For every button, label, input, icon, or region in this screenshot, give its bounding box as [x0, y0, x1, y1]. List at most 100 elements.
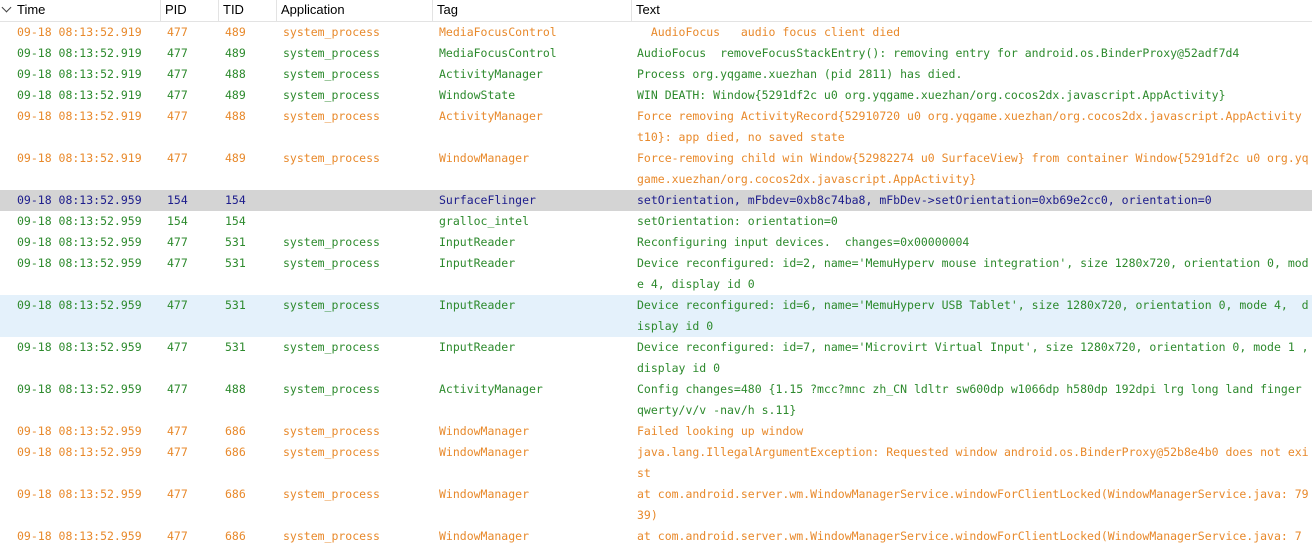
log-pid: 477	[167, 25, 188, 39]
log-pid: 477	[167, 487, 188, 501]
log-text: AudioFocus audio focus client died	[637, 25, 901, 39]
column-header-text[interactable]: Text	[632, 0, 1312, 21]
log-tag: MediaFocusControl	[439, 46, 557, 60]
table-row[interactable]: 09-18 08:13:52.959 477 686 system_process Wi…	[0, 484, 1312, 526]
table-row[interactable]: 09-18 08:13:52.919 477 489 system_process Wi…	[0, 148, 1312, 190]
log-tid: 154	[225, 193, 246, 207]
log-text: Device reconfigured: id=7, name='Microvi…	[637, 340, 1309, 375]
table-row[interactable]: 09-18 08:13:52.919 477 489 system_process Wi…	[0, 85, 1312, 106]
log-tid: 488	[225, 67, 246, 81]
table-row[interactable]: 09-18 08:13:52.959 477 531 system_process In…	[0, 232, 1312, 253]
log-tag: InputReader	[439, 235, 516, 249]
table-row[interactable]: 09-18 08:13:52.919 477 488 system_process Ac…	[0, 106, 1312, 148]
log-tag: ActivityManager	[439, 109, 543, 123]
column-header-tag[interactable]: Tag	[433, 0, 632, 21]
log-text: Process org.yqgame.xuezhan (pid 2811) ha…	[637, 67, 963, 81]
log-time: 09-18 08:13:52.919	[17, 109, 142, 123]
log-tid: 686	[225, 529, 246, 543]
log-tag: WindowState	[439, 88, 516, 102]
log-application: system_process	[283, 46, 380, 60]
log-time: 09-18 08:13:52.959	[17, 214, 142, 228]
log-text: Config changes=480 {1.15 ?mcc?mnc zh_CN …	[637, 382, 1309, 417]
log-application: system_process	[283, 256, 380, 270]
log-text: setOrientation: orientation=0	[637, 214, 838, 228]
log-tid: 686	[225, 445, 246, 459]
log-tag: InputReader	[439, 298, 516, 312]
log-text: Force removing ActivityRecord{52910720 u…	[637, 109, 1309, 144]
log-text: setOrientation, mFbdev=0xb8c74ba8, mFbDe…	[637, 193, 1212, 207]
table-row[interactable]: 09-18 08:13:52.959 477 686 system_process Wi…	[0, 526, 1312, 547]
log-tid: 686	[225, 424, 246, 438]
log-tid: 531	[225, 235, 246, 249]
log-tag: InputReader	[439, 340, 516, 354]
table-row[interactable]: 09-18 08:13:52.959 477 686 system_process Wi…	[0, 421, 1312, 442]
log-time: 09-18 08:13:52.959	[17, 424, 142, 438]
log-pid: 477	[167, 235, 188, 249]
log-time: 09-18 08:13:52.959	[17, 235, 142, 249]
log-pid: 477	[167, 445, 188, 459]
table-row[interactable]: 09-18 08:13:52.959 154 154 SurfaceFlinger se…	[0, 190, 1312, 211]
log-pid: 477	[167, 109, 188, 123]
log-time: 09-18 08:13:52.959	[17, 382, 142, 396]
table-row[interactable]: 09-18 08:13:52.919 477 488 system_process Ac…	[0, 64, 1312, 85]
log-text: WIN DEATH: Window{5291df2c u0 org.yqgame…	[637, 88, 1226, 102]
log-tid: 154	[225, 214, 246, 228]
column-header-tid[interactable]: TID	[219, 0, 277, 21]
column-header-time[interactable]: Time	[13, 0, 161, 21]
log-pid: 477	[167, 529, 188, 543]
log-pid: 477	[167, 382, 188, 396]
log-rows: 09-18 08:13:52.919 477 489 system_process Me…	[0, 22, 1312, 547]
log-text: Device reconfigured: id=6, name='MemuHyp…	[637, 298, 1309, 333]
log-application: system_process	[283, 109, 380, 123]
log-application: system_process	[283, 445, 380, 459]
log-text: AudioFocus removeFocusStackEntry(): remo…	[637, 46, 1240, 60]
table-row[interactable]: 09-18 08:13:52.919 477 489 system_process Me…	[0, 43, 1312, 64]
log-text: Failed looking up window	[637, 424, 804, 438]
log-tid: 489	[225, 25, 246, 39]
log-tag: WindowManager	[439, 424, 530, 438]
log-pid: 477	[167, 88, 188, 102]
column-header-application[interactable]: Application	[277, 0, 433, 21]
log-application: system_process	[283, 235, 380, 249]
log-time: 09-18 08:13:52.959	[17, 445, 142, 459]
log-pid: 477	[167, 256, 188, 270]
log-time: 09-18 08:13:52.919	[17, 67, 142, 81]
log-tid: 488	[225, 382, 246, 396]
log-time: 09-18 08:13:52.919	[17, 25, 142, 39]
log-time: 09-18 08:13:52.919	[17, 46, 142, 60]
log-pid: 477	[167, 298, 188, 312]
log-text: at com.android.server.wm.WindowManagerSe…	[637, 487, 1309, 522]
log-text: at com.android.server.wm.WindowManagerSe…	[637, 529, 1302, 543]
table-row[interactable]: 09-18 08:13:52.959 477 531 system_process In…	[0, 295, 1312, 337]
log-pid: 154	[167, 214, 188, 228]
log-application: system_process	[283, 424, 380, 438]
log-tag: WindowManager	[439, 151, 530, 165]
log-tid: 531	[225, 340, 246, 354]
log-pid: 477	[167, 340, 188, 354]
table-row[interactable]: 09-18 08:13:52.959 477 488 system_process Ac…	[0, 379, 1312, 421]
log-tag: gralloc_intel	[439, 214, 530, 228]
log-tag: MediaFocusControl	[439, 25, 557, 39]
log-application: system_process	[283, 67, 380, 81]
table-row[interactable]: 09-18 08:13:52.959 477 531 system_process In…	[0, 337, 1312, 379]
log-application: system_process	[283, 25, 380, 39]
log-application: system_process	[283, 529, 380, 543]
table-row[interactable]: 09-18 08:13:52.959 477 531 system_process In…	[0, 253, 1312, 295]
log-pid: 477	[167, 151, 188, 165]
table-row[interactable]: 09-18 08:13:52.919 477 489 system_process Me…	[0, 22, 1312, 43]
log-application: system_process	[283, 340, 380, 354]
chevron-down-icon[interactable]	[1, 2, 12, 13]
column-header-pid[interactable]: PID	[161, 0, 219, 21]
log-text: Device reconfigured: id=2, name='MemuHyp…	[637, 256, 1309, 291]
log-pid: 477	[167, 67, 188, 81]
log-pid: 477	[167, 46, 188, 60]
log-tag: ActivityManager	[439, 67, 543, 81]
log-tag: WindowManager	[439, 487, 530, 501]
table-row[interactable]: 09-18 08:13:52.959 154 154 gralloc_intel set…	[0, 211, 1312, 232]
log-time: 09-18 08:13:52.919	[17, 88, 142, 102]
log-application: system_process	[283, 151, 380, 165]
log-text: java.lang.IllegalArgumentException: Requ…	[637, 445, 1309, 480]
log-text: Reconfiguring input devices. changes=0x0…	[637, 235, 970, 249]
log-time: 09-18 08:13:52.959	[17, 529, 142, 543]
table-row[interactable]: 09-18 08:13:52.959 477 686 system_process Wi…	[0, 442, 1312, 484]
